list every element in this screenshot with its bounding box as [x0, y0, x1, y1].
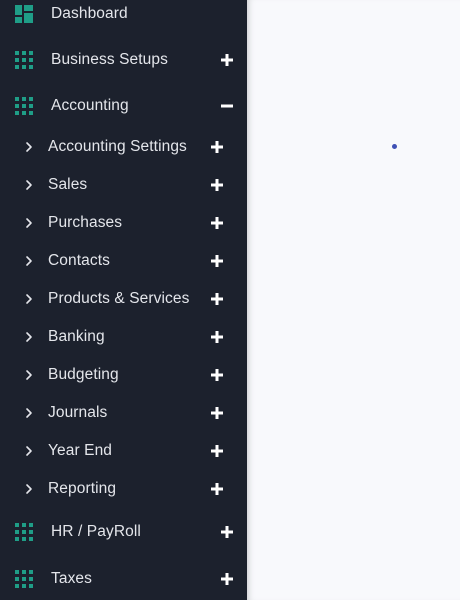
sidebar-item-label: Accounting	[51, 97, 129, 114]
plus-icon[interactable]	[219, 571, 235, 587]
submenu-item[interactable]: Contacts	[0, 242, 247, 280]
submenu-item[interactable]: Banking	[0, 318, 247, 356]
submenu-item-label: Reporting	[48, 480, 117, 497]
chevron-right-icon	[24, 217, 34, 229]
sidebar-item-business-setups[interactable]: Business Setups	[0, 41, 247, 79]
sidebar-item-label: Dashboard	[51, 5, 128, 22]
minus-icon[interactable]	[219, 98, 235, 114]
sidebar: Dashboard Business Setups Accounting Acc…	[0, 0, 247, 600]
chevron-right-icon	[24, 293, 34, 305]
grid-icon	[15, 570, 33, 588]
sidebar-item-hr-payroll[interactable]: HR / PayRoll	[0, 513, 247, 551]
sidebar-item-taxes[interactable]: Taxes	[0, 560, 247, 598]
chevron-right-icon	[24, 179, 34, 191]
submenu-item-label: Journals	[48, 404, 108, 421]
plus-icon[interactable]	[209, 405, 225, 421]
plus-icon[interactable]	[209, 443, 225, 459]
plus-icon[interactable]	[219, 52, 235, 68]
submenu-item[interactable]: Purchases	[0, 204, 247, 242]
plus-icon[interactable]	[219, 524, 235, 540]
submenu-item-label: Budgeting	[48, 366, 119, 383]
submenu-item[interactable]: Budgeting	[0, 356, 247, 394]
submenu-item[interactable]: Reporting	[0, 470, 247, 508]
plus-icon[interactable]	[209, 367, 225, 383]
sidebar-item-label: Business Setups	[51, 51, 168, 68]
submenu-item-label: Year End	[48, 442, 113, 459]
submenu-item[interactable]: Sales	[0, 166, 247, 204]
plus-icon[interactable]	[209, 139, 225, 155]
chevron-right-icon	[24, 407, 34, 419]
submenu-item[interactable]: Journals	[0, 394, 247, 432]
submenu-item-label: Purchases	[48, 214, 123, 231]
dashboard-icon	[15, 5, 33, 23]
chevron-right-icon	[24, 369, 34, 381]
grid-icon	[15, 51, 33, 69]
plus-icon[interactable]	[209, 329, 225, 345]
submenu-item[interactable]: Products & Services	[0, 280, 247, 318]
submenu-item[interactable]: Accounting Settings	[0, 128, 247, 166]
loading-dot	[392, 144, 397, 149]
sidebar-item-label: HR / PayRoll	[51, 523, 141, 540]
submenu-item-label: Banking	[48, 328, 105, 345]
plus-icon[interactable]	[209, 291, 225, 307]
sidebar-item-accounting[interactable]: Accounting	[0, 87, 247, 125]
plus-icon[interactable]	[209, 253, 225, 269]
main-content	[247, 0, 460, 600]
chevron-right-icon	[24, 141, 34, 153]
chevron-right-icon	[24, 331, 34, 343]
plus-icon[interactable]	[209, 177, 225, 193]
submenu-item-label: Accounting Settings	[48, 138, 187, 155]
chevron-right-icon	[24, 445, 34, 457]
submenu-item-label: Sales	[48, 176, 88, 193]
grid-icon	[15, 523, 33, 541]
chevron-right-icon	[24, 255, 34, 267]
submenu-item-label: Contacts	[48, 252, 110, 269]
chevron-right-icon	[24, 483, 34, 495]
plus-icon[interactable]	[209, 215, 225, 231]
sidebar-item-dashboard[interactable]: Dashboard	[0, 0, 247, 33]
submenu-item-label: Products & Services	[48, 290, 190, 307]
submenu-item[interactable]: Year End	[0, 432, 247, 470]
sidebar-item-label: Taxes	[51, 570, 92, 587]
plus-icon[interactable]	[209, 481, 225, 497]
grid-icon	[15, 97, 33, 115]
